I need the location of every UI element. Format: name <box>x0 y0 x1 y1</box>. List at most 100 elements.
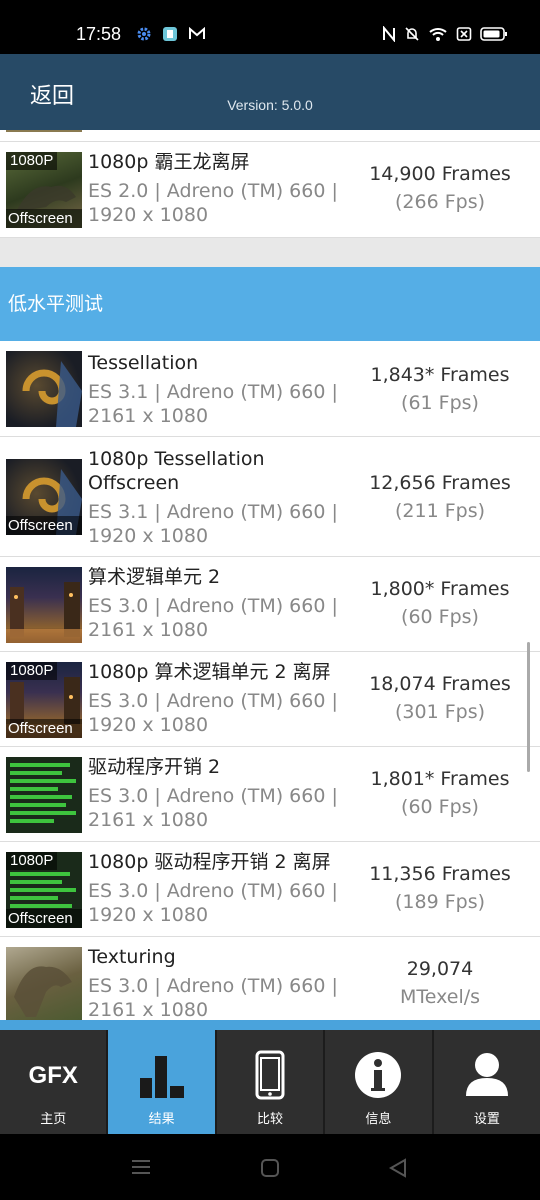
score-frames: 18,074 Frames <box>369 673 511 695</box>
offscreen-badge: Offscreen <box>6 719 82 738</box>
test-resolution: 2161 x 1080 <box>88 999 209 1020</box>
offscreen-badge: Offscreen <box>6 209 82 228</box>
phone-icon <box>255 1050 285 1100</box>
city-scene-icon <box>6 582 82 643</box>
section-header-low-level: 低水平测试 <box>0 267 540 341</box>
score-frames: 1,843* Frames <box>370 364 510 386</box>
score-frames: 1,801* Frames <box>370 768 510 790</box>
test-api-gpu: ES 3.0 | Adreno (TM) 660 | <box>88 880 338 902</box>
app-header: 返回 Version: 5.0.0 <box>0 54 540 130</box>
resolution-badge: 1080P <box>6 852 58 870</box>
tab-label: 结果 <box>148 1112 175 1127</box>
test-api-gpu: ES 3.0 | Adreno (TM) 660 | <box>88 595 338 617</box>
test-api-gpu: ES 3.1 | Adreno (TM) 660 | <box>88 501 338 523</box>
score-frames: 11,356 Frames <box>369 863 511 885</box>
tessellation-thumbnail <box>6 351 82 427</box>
test-api-gpu: ES 3.0 | Adreno (TM) 660 | <box>88 975 338 997</box>
app-icon <box>163 27 177 41</box>
home-icon[interactable] <box>260 1158 280 1178</box>
list-item[interactable]: 驱动程序开销 2 ES 3.0 | Adreno (TM) 660 | 2161… <box>0 747 540 842</box>
test-resolution: 1920 x 1080 <box>88 904 209 926</box>
test-title: 算术逻辑单元 2 <box>88 566 221 588</box>
test-api-gpu: ES 2.0 | Adreno (TM) 660 | <box>88 180 338 202</box>
system-nav-bar <box>0 1134 540 1200</box>
test-thumbnail <box>6 130 82 132</box>
test-title: 1080p 霸王龙离屏 <box>88 151 250 173</box>
tab-bar-accent <box>0 1020 540 1030</box>
offscreen-badge: Offscreen <box>6 909 82 928</box>
test-title: 1080p Tessellation Offscreen <box>88 448 265 494</box>
tab-compare[interactable]: 比较 <box>216 1030 326 1134</box>
scrollbar[interactable] <box>527 642 530 772</box>
green-bars-icon <box>10 763 76 823</box>
test-api-gpu: ES 3.1 | Adreno (TM) 660 | <box>88 381 338 403</box>
menu-icon[interactable] <box>130 1158 152 1176</box>
tab-label: 主页 <box>40 1112 67 1127</box>
driver-overhead-thumbnail <box>6 757 82 833</box>
test-resolution: 2161 x 1080 <box>88 405 209 427</box>
status-bar: 17:58 <box>0 0 540 54</box>
tab-label: 信息 <box>365 1112 392 1127</box>
resolution-badge: 1080P <box>6 662 58 680</box>
info-icon <box>355 1052 402 1098</box>
test-resolution: 2161 x 1080 <box>88 809 209 831</box>
score-unit: MTexel/s <box>399 986 481 1008</box>
results-list[interactable]: 1080P Offscreen 1080p 霸王龙离屏 ES 2.0 | Adr… <box>0 130 540 1020</box>
gfx-logo-icon: GFX <box>28 1062 78 1089</box>
test-api-gpu: ES 3.0 | Adreno (TM) 660 | <box>88 785 338 807</box>
wifi-icon <box>429 28 447 41</box>
score-fps: (301 Fps) <box>394 701 486 723</box>
nfc-icon <box>383 26 395 42</box>
test-title: 1080p 算术逻辑单元 2 离屏 <box>88 661 331 683</box>
test-title: 1080p 驱动程序开销 2 离屏 <box>88 851 331 873</box>
test-resolution: 2161 x 1080 <box>88 619 209 641</box>
list-item[interactable] <box>0 130 540 142</box>
score-fps: (266 Fps) <box>394 191 486 213</box>
list-item[interactable]: Tessellation ES 3.1 | Adreno (TM) 660 | … <box>0 341 540 437</box>
score-frames: 12,656 Frames <box>369 472 511 494</box>
list-item[interactable]: Texturing ES 3.0 | Adreno (TM) 660 | 216… <box>0 937 540 1020</box>
test-resolution: 1920 x 1080 <box>88 525 209 547</box>
test-title: Tessellation <box>88 352 199 374</box>
list-item[interactable]: 1080P Offscreen 1080p 驱动程序开销 2 离屏 ES 3.0… <box>0 842 540 937</box>
list-item[interactable]: 算术逻辑单元 2 ES 3.0 | Adreno (TM) 660 | 2161… <box>0 557 540 652</box>
bar-chart-icon <box>139 1056 184 1098</box>
user-icon <box>465 1053 508 1096</box>
offscreen-badge: Offscreen <box>6 516 82 535</box>
score-fps: (60 Fps) <box>401 606 479 628</box>
test-resolution: 1920 x 1080 <box>88 714 209 736</box>
sim-icon <box>456 27 472 41</box>
resolution-badge: 1080P <box>6 152 58 170</box>
tab-bar: GFX 主页 结果 比较 信息 设置 <box>0 1030 540 1134</box>
list-item[interactable]: 1080P Offscreen 1080p 算术逻辑单元 2 离屏 ES 3.0… <box>0 652 540 747</box>
tab-home[interactable]: GFX 主页 <box>0 1030 109 1134</box>
status-icons-right <box>382 26 508 42</box>
test-title: 驱动程序开销 2 <box>88 756 221 778</box>
tessellation-shape-icon <box>22 361 82 427</box>
battery-icon <box>480 27 507 41</box>
test-api-gpu: ES 3.0 | Adreno (TM) 660 | <box>88 690 338 712</box>
list-item[interactable]: Offscreen 1080p Tessellation Offscreen E… <box>0 437 540 557</box>
version-label: Version: 5.0.0 <box>227 97 313 113</box>
alu2-offscreen-thumbnail: 1080P Offscreen <box>6 662 82 738</box>
driver-overhead-offscreen-thumbnail: 1080P Offscreen <box>6 852 82 928</box>
texturing-thumbnail <box>6 947 82 1020</box>
test-resolution: 1920 x 1080 <box>88 204 209 226</box>
gmail-icon <box>189 27 205 39</box>
list-item[interactable]: 1080P Offscreen 1080p 霸王龙离屏 ES 2.0 | Adr… <box>0 142 540 238</box>
score-frames: 14,900 Frames <box>369 163 511 185</box>
gear-icon <box>137 27 151 41</box>
tessellation-offscreen-thumbnail: Offscreen <box>6 459 82 535</box>
score-fps: (189 Fps) <box>394 891 486 913</box>
tab-info[interactable]: 信息 <box>325 1030 434 1134</box>
trex-thumbnail: 1080P Offscreen <box>6 152 82 228</box>
tab-results[interactable]: 结果 <box>108 1030 217 1134</box>
status-time: 17:58 <box>76 24 122 44</box>
dinosaur-icon <box>14 966 72 1017</box>
score-fps: (60 Fps) <box>401 796 479 818</box>
tab-settings[interactable]: 设置 <box>433 1030 540 1134</box>
back-icon[interactable] <box>388 1158 408 1178</box>
test-title: Texturing <box>88 946 176 968</box>
score-fps: (61 Fps) <box>401 392 479 414</box>
alu2-thumbnail <box>6 567 82 643</box>
